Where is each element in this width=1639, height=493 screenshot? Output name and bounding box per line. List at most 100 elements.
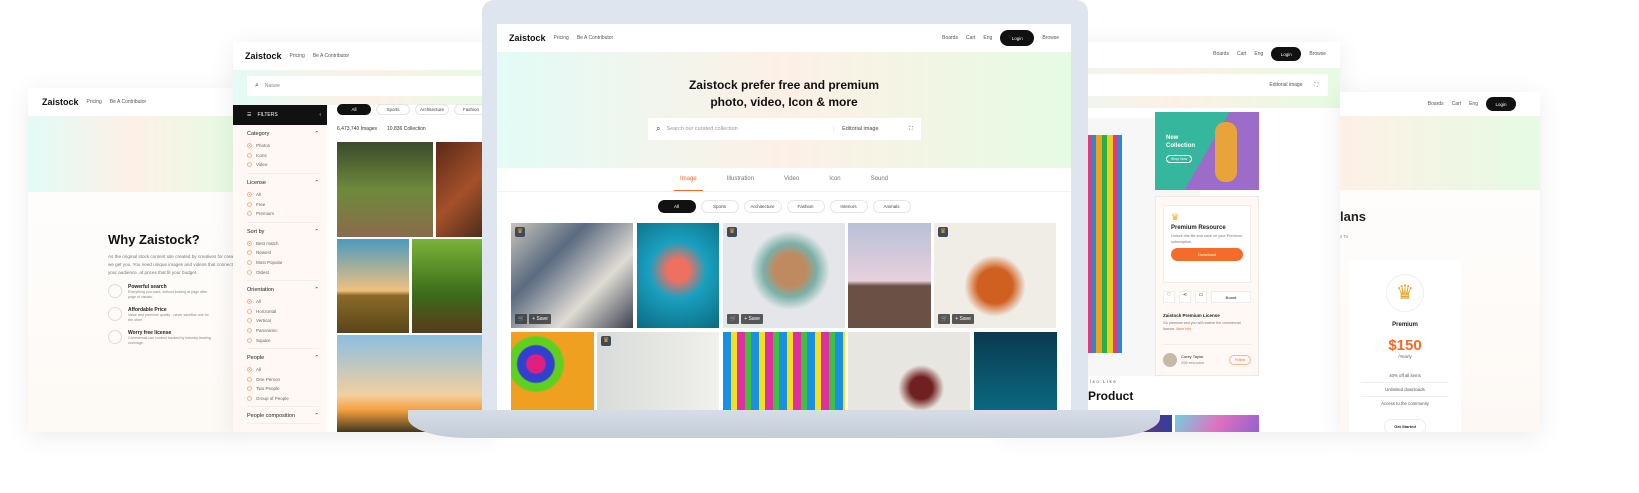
cart-icon[interactable]: 🛒 bbox=[727, 314, 740, 324]
search-input[interactable]: ⌕ Nature bbox=[247, 76, 493, 96]
photo-interior[interactable]: ♛ bbox=[597, 332, 719, 410]
filter-option[interactable]: Best match bbox=[247, 239, 319, 249]
filter-option[interactable]: All bbox=[247, 190, 319, 200]
filter-option[interactable]: Free bbox=[247, 199, 319, 209]
radio-icon[interactable] bbox=[247, 192, 252, 198]
save-button[interactable]: + Save bbox=[529, 314, 551, 324]
tab-illustration[interactable]: Illustration bbox=[721, 168, 760, 191]
logo[interactable]: Zaistock bbox=[509, 33, 546, 43]
nav-boards[interactable]: Boards bbox=[942, 35, 958, 41]
radio-icon[interactable] bbox=[247, 376, 252, 382]
photo-ocean[interactable] bbox=[974, 332, 1057, 410]
filter-section-header[interactable]: Category ⌃ bbox=[247, 131, 319, 137]
nav-cart[interactable]: Cart bbox=[1237, 51, 1246, 57]
photo-forest[interactable] bbox=[337, 142, 433, 237]
filter-chip[interactable]: All bbox=[337, 104, 371, 115]
more-info-link[interactable]: More info bbox=[1176, 327, 1191, 331]
radio-icon[interactable] bbox=[247, 328, 252, 334]
filters-header[interactable]: ☰ FILTERS ‹ bbox=[233, 105, 327, 125]
search-type-select[interactable]: Editorial image bbox=[833, 126, 903, 132]
radio-icon[interactable] bbox=[247, 367, 252, 373]
photo-colorful-glass[interactable] bbox=[723, 332, 845, 410]
tab-video[interactable]: Video bbox=[778, 168, 805, 191]
comment-icon[interactable]: ▭ bbox=[1195, 291, 1207, 303]
nav-contributor[interactable]: Be A Contributor bbox=[577, 35, 613, 41]
photo-woman[interactable] bbox=[848, 332, 970, 410]
photo-tree-path[interactable] bbox=[412, 239, 493, 333]
nav-boards[interactable]: Boards bbox=[1213, 51, 1229, 57]
radio-icon[interactable] bbox=[247, 250, 252, 256]
filter-option[interactable]: Newest bbox=[247, 248, 319, 258]
filter-option[interactable]: All bbox=[247, 297, 319, 307]
nav-pricing[interactable]: Pricing bbox=[554, 35, 569, 41]
save-button[interactable]: + Save bbox=[952, 314, 974, 324]
radio-icon[interactable] bbox=[247, 269, 252, 275]
radio-icon[interactable] bbox=[247, 299, 252, 305]
radio-icon[interactable] bbox=[247, 395, 252, 401]
nav-lang[interactable]: Eng bbox=[983, 35, 992, 41]
nav-pricing[interactable]: Pricing bbox=[87, 99, 102, 105]
board-button[interactable]: Board bbox=[1211, 291, 1251, 303]
login-button[interactable]: Login bbox=[1271, 47, 1302, 61]
filter-option[interactable]: Video bbox=[247, 160, 319, 170]
category-chip[interactable]: Fashion bbox=[786, 200, 825, 213]
nav-browse[interactable]: Browse bbox=[1042, 35, 1059, 41]
search-type-select[interactable]: Editorial image bbox=[1269, 82, 1302, 88]
nav-cart[interactable]: Cart bbox=[966, 35, 975, 41]
filter-option[interactable]: Icons bbox=[247, 151, 319, 161]
category-chip[interactable]: Sports bbox=[700, 200, 739, 213]
category-chip[interactable]: Architecture bbox=[743, 200, 782, 213]
photo-portrait[interactable]: ♛ 🛒 + Save bbox=[723, 223, 845, 328]
nav-pricing[interactable]: Pricing bbox=[290, 53, 305, 59]
radio-icon[interactable] bbox=[247, 386, 252, 392]
filter-option[interactable]: Group of People bbox=[247, 394, 319, 404]
visual-search-icon[interactable]: ⛶ bbox=[1314, 82, 1318, 88]
filter-option[interactable]: Oldest bbox=[247, 267, 319, 277]
filter-section-header[interactable]: Orientation ⌃ bbox=[247, 287, 319, 293]
photo-leopard[interactable] bbox=[848, 223, 931, 328]
filter-option[interactable]: Panoramic bbox=[247, 326, 319, 336]
search-input[interactable]: Search our curated collection bbox=[666, 126, 827, 132]
photo-balls[interactable] bbox=[511, 332, 594, 410]
photo-abstract[interactable]: ♛ 🛒 + Save bbox=[511, 223, 633, 328]
radio-icon[interactable] bbox=[247, 152, 252, 158]
category-chip[interactable]: All bbox=[657, 200, 696, 213]
radio-icon[interactable] bbox=[247, 260, 252, 266]
login-button[interactable]: Login bbox=[1000, 30, 1035, 46]
filter-option[interactable]: One Person bbox=[247, 375, 319, 385]
radio-icon[interactable] bbox=[247, 308, 252, 314]
category-chip[interactable]: Interiors bbox=[829, 200, 868, 213]
filter-section-header[interactable]: People composition ⌃ bbox=[247, 413, 319, 419]
filter-option[interactable]: Premium bbox=[247, 209, 319, 219]
photo-tea[interactable]: ♛ 🛒 + Save bbox=[934, 223, 1056, 328]
radio-icon[interactable] bbox=[247, 211, 252, 217]
nav-boards[interactable]: Boards bbox=[1428, 101, 1444, 107]
cart-icon[interactable]: 🛒 bbox=[515, 314, 528, 324]
like-icon[interactable]: ♡ bbox=[1163, 291, 1175, 303]
cart-icon[interactable]: 🛒 bbox=[938, 314, 951, 324]
filter-section-header[interactable]: License ⌃ bbox=[247, 180, 319, 186]
photo-sunset-field[interactable] bbox=[337, 239, 409, 333]
hero-search[interactable]: ⌕ Search our curated collection Editoria… bbox=[648, 118, 921, 140]
radio-icon[interactable] bbox=[247, 201, 252, 207]
login-button[interactable]: Login bbox=[1486, 97, 1516, 111]
promo-banner[interactable]: New Collection Shop Now bbox=[1155, 112, 1259, 190]
nav-cart[interactable]: Cart bbox=[1452, 101, 1461, 107]
follow-button[interactable]: Follow bbox=[1228, 355, 1251, 365]
nav-contributor[interactable]: Be A Contributor bbox=[110, 99, 146, 105]
shop-now-button[interactable]: Shop Now bbox=[1166, 155, 1193, 163]
share-icon[interactable]: ⋖ bbox=[1179, 291, 1191, 303]
filter-section-header[interactable]: Sort by ⌃ bbox=[247, 229, 319, 235]
filter-option[interactable]: Horizontal bbox=[247, 307, 319, 317]
logo[interactable]: Zaistock bbox=[42, 97, 79, 107]
radio-icon[interactable] bbox=[247, 318, 252, 324]
tab-sound[interactable]: Sound bbox=[865, 168, 894, 191]
filter-chip[interactable]: Architecture bbox=[415, 104, 449, 115]
radio-icon[interactable] bbox=[247, 143, 252, 149]
nav-browse[interactable]: Browse bbox=[1309, 51, 1326, 57]
get-started-button[interactable]: Get Started bbox=[1384, 419, 1426, 432]
filter-option[interactable]: Square bbox=[247, 335, 319, 345]
radio-icon[interactable] bbox=[247, 337, 252, 343]
filter-option[interactable]: Vertical bbox=[247, 316, 319, 326]
nav-lang[interactable]: Eng bbox=[1469, 101, 1478, 107]
